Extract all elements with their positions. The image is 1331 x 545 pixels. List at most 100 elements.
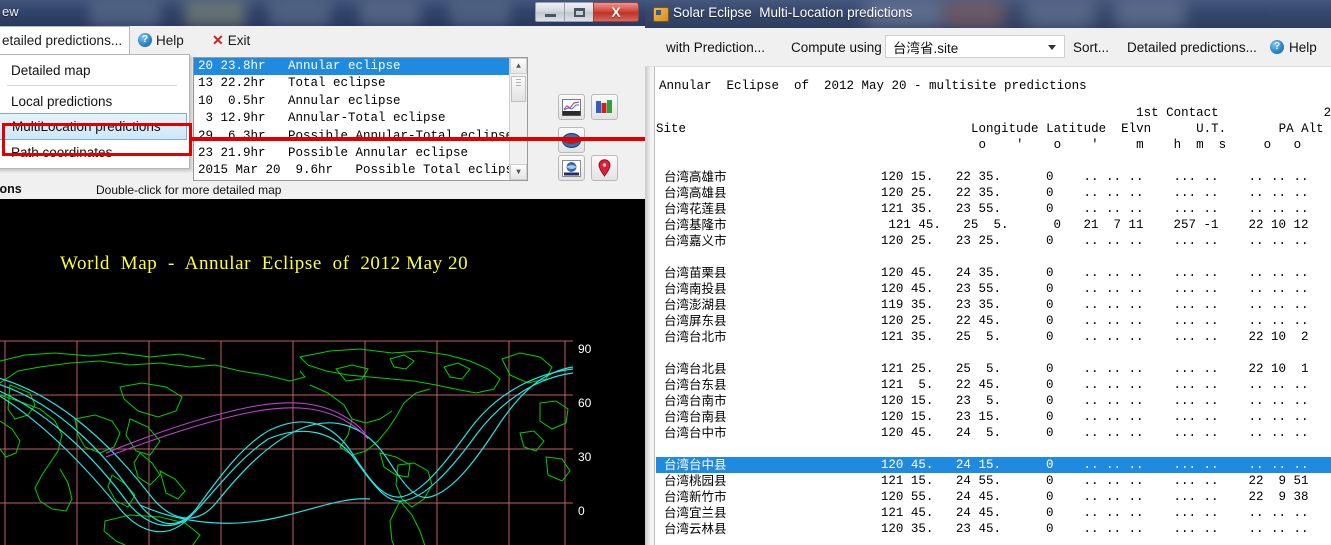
table-row[interactable]: 台湾屏东县 120 25. 22 45. 0 .. .. .. ... .. ..… [656, 313, 1331, 329]
table-row[interactable]: 台湾高雄市 120 15. 22 35. 0 .. .. .. ... .. ..… [656, 169, 1331, 185]
left-window-title: ew [2, 4, 19, 19]
table-heading: Annular Eclipse of 2012 May 20 - multisi… [659, 79, 1087, 93]
eclipse-list-scrollbar[interactable]: ▲ ▼ [509, 58, 527, 180]
minimize-icon [544, 13, 556, 17]
table-cell-site: 台湾宜兰县 [664, 505, 727, 520]
table-cell-values: 120 45. 24 5. 0 .. .. .. ... .. .. .. .. [880, 426, 1331, 440]
table-row[interactable]: 台湾台中市 120 45. 24 5. 0 .. .. .. ... .. .. … [656, 425, 1331, 441]
menu-item-path-coordinates[interactable]: Path coordinates [0, 140, 189, 164]
table-row[interactable]: 台湾澎湖县 119 35. 23 35. 0 .. .. .. ... .. ..… [656, 297, 1331, 313]
map-pin-icon [598, 159, 611, 177]
thumb-grip [516, 79, 521, 80]
table-unit-headers: o ' o ' m h m s o o h m s o [978, 138, 1302, 152]
sort-button[interactable]: Sort... [1073, 36, 1109, 58]
eclipse-list[interactable]: 20 23.8hr Annular eclipse 13 22.2hr Total… [193, 57, 528, 181]
table-row[interactable]: 台湾台北市 121 35. 25 5. 0 .. .. .. ... .. 22 … [656, 329, 1331, 345]
map-title: World Map - Annular Eclipse of 2012 May … [60, 253, 469, 274]
minimize-button[interactable] [535, 2, 564, 22]
left-window-titlebar[interactable]: ew X [0, 0, 645, 26]
menu-item-multilocation-predictions[interactable]: MultiLocation predictions [0, 113, 187, 140]
menu-item-local-predictions[interactable]: Local predictions [0, 89, 189, 113]
table-cell-site: 台湾基隆市 [664, 217, 727, 232]
table-cell-site: 台湾高雄县 [664, 185, 727, 200]
eclipse-list-rows: 20 23.8hr Annular eclipse 13 22.2hr Total… [194, 58, 527, 180]
table-cell-values: 121 35. 25 5. 0 .. .. .. ... .. 22 10 2 [880, 330, 1331, 344]
table-row[interactable]: 台湾台南市 120 15. 23 5. 0 .. .. .. ... .. .. … [656, 393, 1331, 409]
table-row[interactable]: 台湾新竹市 120 55. 24 45. 0 .. .. .. ... .. 22… [656, 489, 1331, 505]
right-help-button[interactable]: ? Help [1270, 36, 1317, 58]
close-button[interactable]: X [593, 2, 639, 22]
table-cell-values: 120 25. 23 25. 0 .. .. .. ... .. .. .. .… [880, 234, 1331, 248]
table-row[interactable]: 台湾台东县 121 5. 22 45. 0 .. .. .. ... .. .. … [656, 377, 1331, 393]
left-statusbar: ions Double-click for more detailed map [0, 181, 645, 199]
table-cell-values: 120 45. 24 15. 0 .. .. .. ... .. .. .. .… [880, 458, 1331, 472]
eclipse-list-item[interactable]: 13 22.2hr Total eclipse [194, 75, 527, 92]
globe-html-icon [562, 159, 581, 177]
table-row[interactable]: 台湾云林县 120 35. 23 45. 0 .. .. .. ... .. ..… [656, 521, 1331, 537]
eclipse-list-item[interactable]: 3 12.9hr Annular-Total eclipse [194, 110, 527, 127]
left-menubar: etailed predictions... ? Help ✕ Exit [0, 26, 645, 55]
site-file-value: 台湾省.site [893, 40, 959, 56]
globe-html-icon-button[interactable] [558, 155, 585, 181]
chevron-down-icon[interactable] [1048, 45, 1056, 50]
left-window-client: etailed predictions... ? Help ✕ Exit Det… [0, 26, 645, 545]
chart-icon-button[interactable] [558, 94, 585, 120]
site-file-select[interactable]: 台湾省.site [885, 35, 1065, 58]
table-cell-values: 120 45. 24 35. 0 .. .. .. ... .. .. .. .… [880, 266, 1331, 280]
maximize-button[interactable] [564, 2, 593, 22]
table-row[interactable]: 台湾花莲县 121 35. 23 55. 0 .. .. .. ... .. ..… [656, 201, 1331, 217]
right-help-label: Help [1289, 39, 1317, 55]
scroll-down-icon[interactable]: ▼ [510, 164, 527, 180]
table-column-headers: Site Longitude Latitude Elvn U.T. PA Alt… [656, 122, 1324, 136]
table-row[interactable]: 台湾南投县 120 45. 23 55. 0 .. .. .. ... .. ..… [656, 281, 1331, 297]
table-cell-site: 台湾嘉义市 [664, 233, 727, 248]
with-prediction-button[interactable]: with Prediction... [666, 36, 765, 58]
eclipse-list-item[interactable]: 2015 Mar 20 9.6hr Possible Total eclipse [194, 162, 527, 179]
titlebar-blur-c [1025, 0, 1095, 28]
table-row[interactable]: 台湾基隆市 121 45. 25 5. 0 21 7 11 257 -1 22 1… [656, 217, 1331, 233]
table-row[interactable]: 台湾嘉义市 120 25. 23 25. 0 .. .. .. ... .. ..… [656, 233, 1331, 249]
menu-help[interactable]: ? Help [131, 26, 191, 54]
table-row[interactable]: 台湾宜兰县 121 45. 24 45. 0 .. .. .. ... .. ..… [656, 505, 1331, 521]
eclipse-list-item[interactable]: 10 0.5hr Annular eclipse [194, 93, 527, 110]
titlebar-blur-4 [360, 0, 420, 26]
table-row[interactable]: 台湾高雄县 120 25. 22 35. 0 .. .. .. ... .. ..… [656, 185, 1331, 201]
sort-label: Sort... [1073, 39, 1110, 55]
detailed-predictions-dropdown[interactable]: Detailed map Local predictions MultiLoca… [0, 54, 190, 169]
eclipse-list-item[interactable]: 23 21.9hr Possible Annular eclipse [194, 145, 527, 162]
table-cell-values: 119 35. 23 35. 0 .. .. .. ... .. .. .. .… [880, 298, 1331, 312]
table-cell-site: 台湾云林县 [664, 521, 727, 536]
scrollbar-thumb[interactable] [511, 76, 526, 102]
table-row[interactable]: 台湾苗栗县 120 45. 24 35. 0 .. .. .. ... .. ..… [656, 265, 1331, 281]
table-cell-site: 台湾屏东县 [664, 313, 727, 328]
window-controls: X [535, 2, 639, 22]
world-map-panel[interactable]: World Map - Annular Eclipse of 2012 May … [0, 199, 645, 545]
menu-separator [7, 85, 177, 86]
table-row[interactable]: 台湾桃园县 121 15. 24 55. 0 .. .. .. ... .. 22… [656, 473, 1331, 489]
table-cell-site: 台湾台北县 [664, 361, 727, 376]
predictions-table-panel[interactable]: Annular Eclipse of 2012 May 20 - multisi… [645, 67, 1331, 545]
table-cell-values: 120 45. 23 55. 0 .. .. .. ... .. .. .. .… [880, 282, 1331, 296]
lat-label-90: 90 [578, 342, 592, 356]
table-gap [656, 153, 1331, 169]
right-window-titlebar[interactable]: Solar Eclipse Multi-Location predictions [645, 0, 1331, 28]
app-icon [653, 7, 669, 22]
table-cell-site: 台湾台北市 [664, 329, 727, 344]
detailed-predictions-button[interactable]: Detailed predictions... [1127, 36, 1257, 58]
table-cell-site: 台湾桃园县 [664, 473, 727, 488]
menu-detailed-predictions[interactable]: etailed predictions... [0, 26, 131, 55]
table-row[interactable]: 台湾台南县 120 15. 23 15. 0 .. .. .. ... .. ..… [656, 409, 1331, 425]
table-row[interactable]: 台湾台北县 121 25. 25 5. 0 .. .. .. ... .. 22 … [656, 361, 1331, 377]
scroll-up-icon[interactable]: ▲ [510, 58, 527, 74]
eclipse-list-item[interactable]: 20 23.8hr Annular eclipse [194, 58, 527, 76]
menu-item-detailed-map[interactable]: Detailed map [0, 58, 189, 82]
bar-color-icon-button[interactable] [591, 94, 618, 120]
table-group-headers: 1st Contact 2nd Contact [1136, 106, 1331, 120]
table-cell-values: 120 15. 22 35. 0 .. .. .. ... .. .. .. .… [880, 170, 1331, 184]
table-cell-values: 120 25. 22 35. 0 .. .. .. ... .. .. .. .… [880, 186, 1331, 200]
predictions-table: 1st Contact 2nd Contact Site Longitude L… [656, 105, 1331, 545]
map-pin-icon-button[interactable] [591, 155, 618, 181]
table-cell-site: 台湾高雄市 [664, 169, 727, 184]
menu-exit[interactable]: ✕ Exit [205, 26, 257, 54]
table-row[interactable]: 台湾台中县 120 45. 24 15. 0 .. .. .. ... .. ..… [656, 457, 1331, 473]
